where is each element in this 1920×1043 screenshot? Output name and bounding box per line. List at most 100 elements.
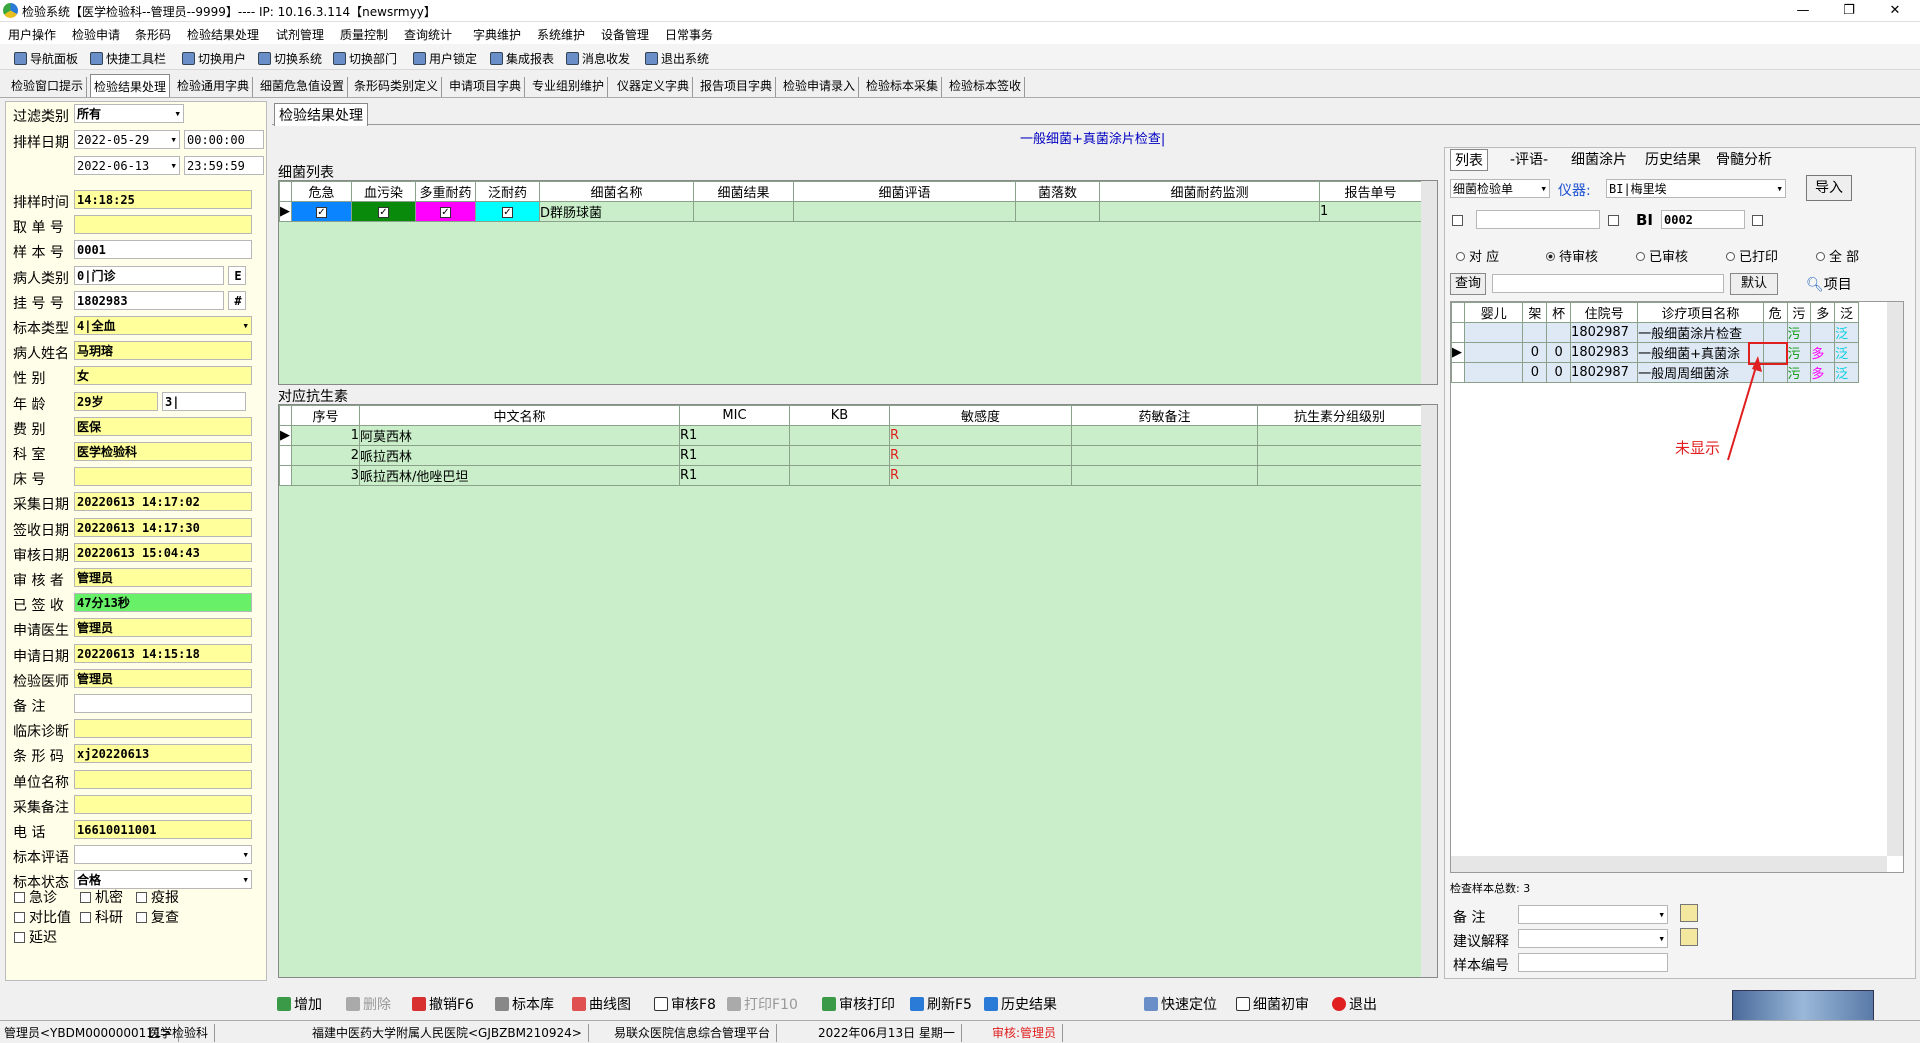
field-value[interactable]: 医学检验科 (74, 442, 252, 461)
cell[interactable]: 污 (1786, 362, 1812, 383)
restore-button[interactable]: ❐ (1826, 0, 1872, 22)
exit-button[interactable]: 退出 (1332, 994, 1377, 1014)
menu-system[interactable]: 系统维护 (537, 26, 585, 43)
column-header[interactable]: 细菌结果 (693, 181, 794, 202)
undo-button[interactable]: 撤销F6 (412, 994, 474, 1014)
delete-button[interactable]: 删除 (346, 994, 391, 1014)
menu-result[interactable]: 检验结果处理 (187, 26, 259, 43)
field-value[interactable]: 20220613 14:17:02 (74, 492, 252, 512)
cell[interactable] (1257, 425, 1422, 446)
tab-list[interactable]: 列表 (1450, 149, 1488, 171)
quick-toolbar-button[interactable]: 快捷工具栏 (90, 50, 166, 67)
history-button[interactable]: 历史结果 (984, 994, 1057, 1014)
cell[interactable] (1071, 445, 1258, 466)
tab-result-processing[interactable]: 检验结果处理 (90, 74, 171, 97)
field-value[interactable]: 管理员 (74, 568, 252, 587)
exit-system-button[interactable]: 退出系统 (645, 50, 709, 67)
advice-select[interactable] (1518, 929, 1668, 948)
cell[interactable]: 泛 (1834, 362, 1859, 383)
right-input-1[interactable] (1476, 210, 1600, 229)
field-value[interactable]: 47分13秒 (74, 593, 252, 613)
menu-stats[interactable]: 查询统计 (404, 26, 452, 43)
column-header[interactable]: 抗生素分组级别 (1257, 405, 1422, 426)
table-row[interactable]: 3 哌拉西林/他唑巴坦 R1 R (279, 465, 1422, 486)
item-button[interactable]: 🔍︎项目 (1806, 274, 1852, 294)
cell[interactable]: 哌拉西林 (359, 445, 680, 466)
cell[interactable]: R (889, 465, 1072, 486)
cell[interactable] (1762, 362, 1788, 383)
sample-lib-button[interactable]: 标本库 (495, 994, 554, 1014)
check-epidemic[interactable]: 疫报 (136, 887, 179, 907)
field-value[interactable]: 4|全血 (74, 316, 252, 335)
field-value[interactable] (74, 794, 252, 814)
tab-apply-entry[interactable]: 检验申请录入 (780, 77, 860, 97)
refresh-button[interactable]: 刷新F5 (910, 994, 972, 1014)
field-value[interactable] (74, 719, 252, 739)
cell[interactable] (1015, 201, 1100, 222)
cell[interactable]: 阿莫西林 (359, 425, 680, 446)
field-value[interactable]: xj20220613 (74, 744, 252, 764)
menu-device[interactable]: 设备管理 (601, 26, 649, 43)
column-header[interactable]: 细菌耐药监测 (1099, 181, 1320, 202)
column-header[interactable]: 泛耐药 (475, 181, 540, 202)
cell[interactable]: 哌拉西林/他唑巴坦 (359, 465, 680, 486)
tab-marrow[interactable]: 骨髓分析 (1716, 149, 1772, 169)
table-row[interactable]: 1802987 一般细菌涂片检查 污 泛 (1451, 322, 1859, 343)
column-header[interactable]: 序号 (291, 405, 360, 426)
field-value[interactable]: 0|门诊 (74, 265, 224, 285)
cell[interactable] (1071, 425, 1258, 446)
cell[interactable]: 1802987 (1570, 322, 1639, 343)
column-header[interactable]: MIC (679, 405, 790, 426)
review-print-button[interactable]: 审核打印 (822, 994, 895, 1014)
radio-reviewed[interactable]: 已审核 (1636, 246, 1688, 265)
menu-barcode[interactable]: 条形码 (135, 26, 171, 43)
cell[interactable]: R1 (679, 465, 790, 486)
field-value[interactable] (74, 769, 252, 789)
cell[interactable] (789, 445, 890, 466)
table-row[interactable]: 0 0 1802987 一般周周细菌涂污多泛 (1451, 362, 1859, 383)
radio-match[interactable]: 对 应 (1456, 246, 1499, 265)
cell[interactable]: 1802987 (1570, 362, 1639, 383)
cell[interactable]: 污 (1786, 342, 1812, 363)
cell[interactable] (793, 201, 1016, 222)
table-row[interactable]: ▶ 1 阿莫西林 R1 R (279, 425, 1422, 446)
column-header[interactable]: 污 (1786, 302, 1812, 323)
cell[interactable] (789, 425, 890, 446)
cell[interactable]: 1 (1319, 201, 1422, 222)
cell[interactable]: 0 (1546, 362, 1572, 383)
tab-collect[interactable]: 检验标本采集 (863, 77, 943, 97)
table-row[interactable]: 2 哌拉西林 R1 R (279, 445, 1422, 466)
cell[interactable]: 3 (291, 465, 360, 486)
column-header[interactable]: 多重耐药 (415, 181, 476, 202)
initial-review-button[interactable]: 细菌初审 (1236, 994, 1309, 1014)
column-header[interactable]: 中文名称 (359, 405, 680, 426)
cell[interactable] (1463, 322, 1524, 343)
print-button[interactable]: 打印F10 (727, 994, 798, 1014)
sample-hscroll[interactable] (1451, 856, 1887, 872)
close-button[interactable]: ✕ (1872, 0, 1918, 22)
field-value[interactable]: 20220613 15:04:43 (74, 542, 252, 562)
check-delay[interactable]: 延迟 (14, 927, 57, 947)
check-right-2[interactable] (1608, 213, 1623, 229)
add-button[interactable]: 增加 (277, 994, 322, 1014)
field-value[interactable]: 女 (74, 366, 252, 386)
column-header[interactable]: KB (789, 405, 890, 426)
import-button[interactable]: 导入 (1806, 175, 1852, 201)
column-header[interactable]: 危急 (291, 181, 352, 202)
field-value[interactable] (74, 215, 252, 235)
minimize-button[interactable]: — (1780, 0, 1826, 22)
time-to-input[interactable]: 23:59:59 (184, 156, 264, 175)
report-button[interactable]: 集成报表 (490, 50, 554, 67)
menu-user-ops[interactable]: 用户操作 (8, 26, 56, 43)
field-value[interactable]: 20220613 14:15:18 (74, 643, 252, 663)
cell[interactable]: 0 (1522, 362, 1548, 383)
cell[interactable]: 污 (1786, 322, 1812, 343)
column-header[interactable]: 多 (1810, 302, 1836, 323)
field-value[interactable]: 20220613 14:17:30 (74, 517, 252, 537)
cell[interactable] (1257, 445, 1422, 466)
antibiotic-scrollbar[interactable] (1421, 405, 1437, 977)
cell[interactable]: 多 (1810, 362, 1836, 383)
edit-icon[interactable] (1680, 904, 1698, 922)
menu-qc[interactable]: 质量控制 (340, 26, 388, 43)
column-header[interactable]: 婴儿 (1463, 302, 1524, 323)
